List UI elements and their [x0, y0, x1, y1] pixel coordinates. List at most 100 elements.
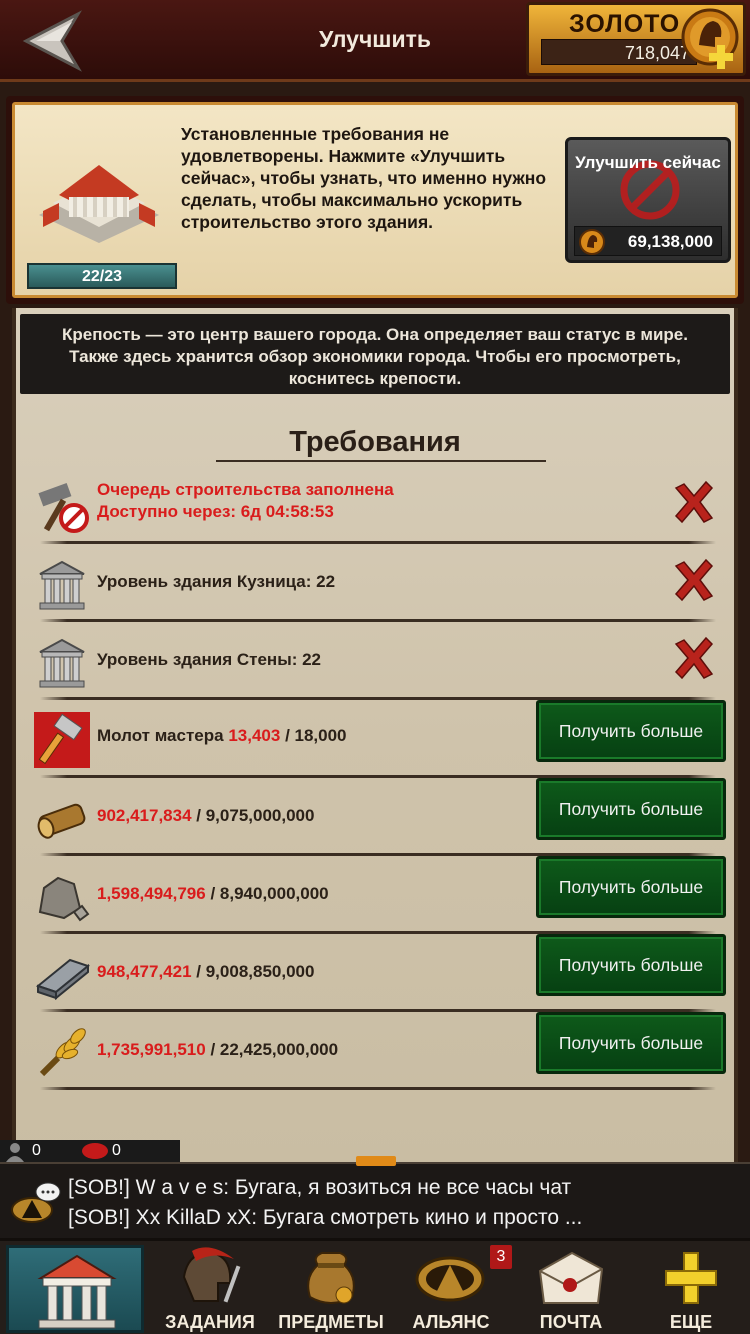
- requirements-parchment[interactable]: Крепость — это центр вашего города. Она …: [12, 308, 738, 1164]
- bottom-navigation: ЗАДАНИЯ ПРЕДМЕТЫ 3 АЛЬЯНС ПОЧТА ЕЩЕ: [0, 1238, 750, 1334]
- item-need: / 9,008,850,000: [196, 962, 315, 981]
- get-more-label: Получить больше: [558, 799, 704, 819]
- fortress-icon: [37, 1254, 117, 1329]
- requirement-row-master-hammer: Молот мастера 13,403 / 18,000 Получить б…: [30, 700, 726, 778]
- nav-tasks-label: ЗАДАНИЯ: [165, 1312, 255, 1332]
- get-more-label: Получить больше: [558, 877, 704, 897]
- requirement-row-walls: Уровень здания Стены: 22: [30, 622, 726, 700]
- iron-icon: [35, 958, 90, 1001]
- building-icon: [39, 638, 85, 688]
- item-have: 1,598,494,796: [97, 884, 206, 903]
- requirement-row-queue: Очередь строительства заполнена Доступно…: [30, 466, 726, 544]
- requirement-row-wheat: 1,735,991,510 / 22,425,000,000 Получить …: [30, 1012, 726, 1090]
- title-underline: [216, 460, 546, 462]
- wood-icon: [37, 803, 86, 839]
- chat-message-1: [SOB!] W a v e s: Бугага, я возиться не …: [68, 1176, 572, 1199]
- requirement-unmet-icon: [674, 480, 714, 524]
- alliance-chat-icon: [11, 1182, 61, 1223]
- header-bar: Улучшить ЗОЛОТО 718,047: [0, 0, 750, 82]
- requirement-row-stone: 1,598,494,796 / 8,940,000,000 Получить б…: [30, 856, 726, 934]
- get-more-label: Получить больше: [558, 721, 704, 741]
- item-have: 13,403: [228, 726, 281, 745]
- get-more-label: Получить больше: [558, 955, 704, 975]
- message-bubble-icon: [82, 1143, 108, 1159]
- chat-counters: 0 0: [0, 1140, 180, 1164]
- nav-alliance-label: АЛЬЯНС: [412, 1312, 490, 1332]
- master-hammer-text: Молот мастера 13,403 / 18,000: [97, 726, 347, 746]
- nav-mail[interactable]: ПОЧТА: [512, 1241, 630, 1334]
- gold-balance[interactable]: ЗОЛОТО 718,047: [526, 2, 746, 76]
- chat-message-2: [SOB!] Xx KillaD xX: Бугага смотреть кин…: [68, 1206, 583, 1229]
- nav-items-label: ПРЕДМЕТЫ: [278, 1312, 384, 1332]
- requirement-unmet-icon: [674, 636, 714, 680]
- master-hammer-icon: [34, 712, 90, 768]
- requirement-row-forge: Уровень здания Кузница: 22: [30, 544, 726, 622]
- construction-hammer-blocked-icon: [38, 482, 89, 533]
- upgrade-now-label: Улучшить сейчас: [575, 153, 721, 172]
- building-icon: [39, 560, 85, 610]
- chat-drag-handle[interactable]: [356, 1156, 396, 1166]
- item-label: Молот мастера: [97, 726, 224, 745]
- item-have: 948,477,421: [97, 962, 192, 981]
- forge-level-requirement: Уровень здания Кузница: 22: [97, 572, 336, 591]
- upgrade-now-button[interactable]: Улучшить сейчас 69,138,000: [565, 137, 731, 263]
- gold-coin-icon: [579, 229, 605, 255]
- players-icon: [6, 1143, 24, 1162]
- requirement-row-iron: 948,477,421 / 9,008,850,000 Получить бол…: [30, 934, 726, 1012]
- fortress-building-image: [39, 165, 159, 243]
- item-need: / 18,000: [285, 726, 347, 745]
- nav-home-button[interactable]: [6, 1245, 144, 1333]
- get-more-button[interactable]: Получить больше: [536, 856, 726, 918]
- upgrade-panel: 22/23 Установленные требования не удовле…: [6, 96, 744, 304]
- get-more-button[interactable]: Получить больше: [536, 778, 726, 840]
- get-more-label: Получить больше: [558, 1033, 704, 1053]
- spartan-helmet-icon: [182, 1247, 241, 1303]
- upgrade-panel-inner: 22/23 Установленные требования не удовле…: [12, 102, 738, 298]
- requirements-title: Требования: [289, 426, 461, 458]
- chat-bar[interactable]: [SOB!] W a v e s: Бугага, я возиться не …: [0, 1156, 750, 1238]
- item-need: / 9,075,000,000: [196, 806, 315, 825]
- wheat-icon: [39, 1028, 86, 1077]
- alliance-shield-icon: [415, 1256, 485, 1302]
- get-more-button[interactable]: Получить больше: [536, 1012, 726, 1074]
- plus-icon: [665, 1252, 717, 1304]
- gold-label: ЗОЛОТО: [569, 10, 681, 38]
- upgrade-cost-bar: 69,138,000: [574, 226, 722, 256]
- wood-amount: 902,417,834 / 9,075,000,000: [97, 806, 314, 826]
- nav-items[interactable]: ПРЕДМЕТЫ: [272, 1241, 390, 1334]
- item-need: / 8,940,000,000: [210, 884, 329, 903]
- nav-mail-label: ПОЧТА: [539, 1312, 603, 1332]
- mail-envelope-icon: [538, 1251, 604, 1304]
- queue-full-text: Очередь строительства заполнена: [97, 480, 394, 499]
- nav-more-label: ЕЩЕ: [669, 1312, 713, 1332]
- upgrade-cost: 69,138,000: [627, 232, 713, 251]
- queue-available-in: Доступно через: 6д 04:58:53: [97, 502, 334, 521]
- nav-tasks[interactable]: ЗАДАНИЯ: [152, 1241, 268, 1334]
- gold-coin-plus-icon[interactable]: [677, 7, 743, 73]
- get-more-button[interactable]: Получить больше: [536, 934, 726, 996]
- info-text: Крепость — это центр вашего города. Она …: [62, 325, 688, 388]
- players-count: 0: [32, 1142, 41, 1159]
- stone-icon: [38, 876, 90, 922]
- walls-level-requirement: Уровень здания Стены: 22: [97, 650, 322, 669]
- requirements-frame: Крепость — это центр вашего города. Она …: [0, 304, 750, 1164]
- requirement-unmet-icon: [674, 558, 714, 602]
- get-more-button[interactable]: Получить больше: [536, 700, 726, 762]
- wheat-amount: 1,735,991,510 / 22,425,000,000: [97, 1040, 338, 1060]
- alliance-badge: 3: [490, 1245, 512, 1269]
- gold-value-bar: 718,047: [541, 39, 697, 65]
- item-have: 1,735,991,510: [97, 1040, 206, 1059]
- nav-more[interactable]: ЕЩЕ: [632, 1241, 750, 1334]
- row-separator: [40, 1087, 716, 1090]
- requirement-row-wood: 902,417,834 / 9,075,000,000 Получить бол…: [30, 778, 726, 856]
- upgrade-description: Установленные требования не удовлетворен…: [181, 124, 547, 232]
- info-banner: Крепость — это центр вашего города. Она …: [20, 314, 730, 394]
- item-need: / 22,425,000,000: [210, 1040, 339, 1059]
- iron-amount: 948,477,421 / 9,008,850,000: [97, 962, 314, 982]
- building-level-bar: 22/23: [27, 263, 177, 289]
- building-level: 22/23: [81, 268, 123, 285]
- messages-count: 0: [112, 1142, 121, 1159]
- nav-alliance[interactable]: 3 АЛЬЯНС: [392, 1241, 512, 1334]
- stone-amount: 1,598,494,796 / 8,940,000,000: [97, 884, 329, 904]
- item-have: 902,417,834: [97, 806, 192, 825]
